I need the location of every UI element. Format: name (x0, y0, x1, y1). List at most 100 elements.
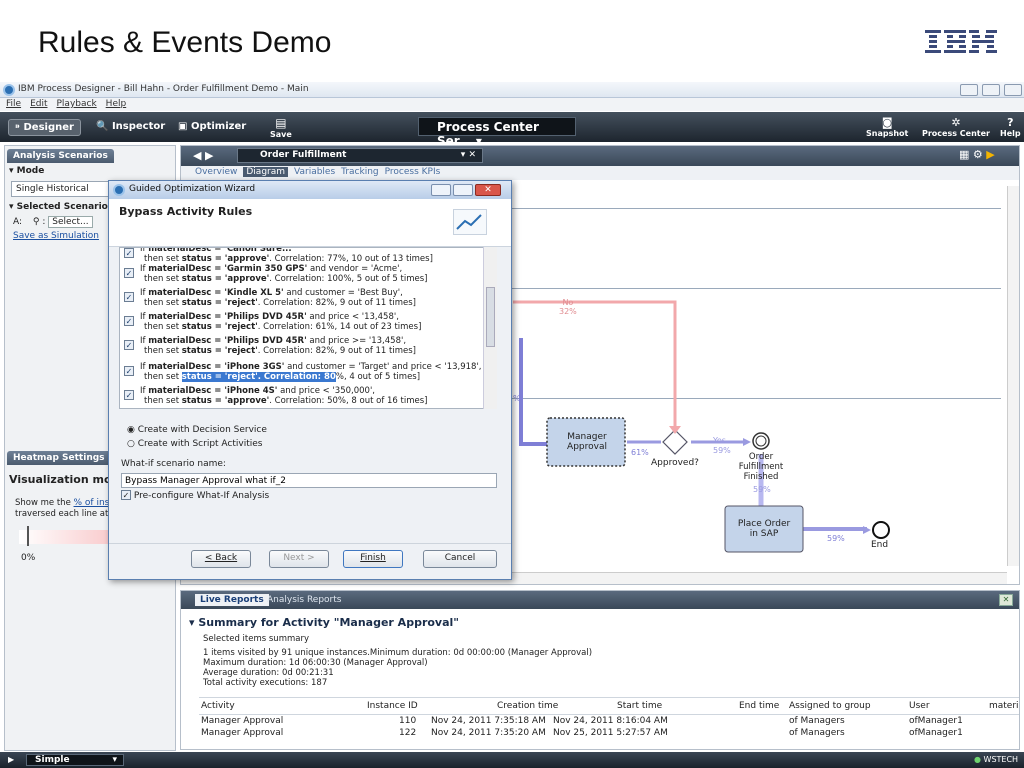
bypass-rule-item[interactable]: ✓ If materialDesc = 'iPhone 4S' and price… (124, 386, 480, 406)
mode-dropdown[interactable]: Simple ▾ (26, 754, 124, 766)
snapshot-button[interactable]: ◙ Snapshot (866, 116, 908, 138)
main-toolbar: ⁍ Designer 🔍 Inspector ▣ Optimizer ▤ Save… (0, 112, 1024, 148)
rule-checkbox[interactable]: ✓ (124, 390, 134, 400)
order-fulfillment-finished-label[interactable]: Order Fulfillment Finished (731, 452, 791, 482)
rule-part: materialDesc = 'iPhone 3GS' (148, 362, 285, 372)
play-icon[interactable]: ▶ (8, 755, 14, 764)
slider-handle[interactable] (27, 526, 29, 546)
table-cell[interactable]: Manager Approval (201, 728, 283, 738)
rule-checkbox[interactable]: ✓ (124, 316, 134, 326)
col-end-time[interactable]: End time (739, 701, 779, 711)
inspector-button[interactable]: 🔍 Inspector (90, 119, 171, 134)
col-material[interactable]: materi (989, 701, 1019, 711)
bypass-rule-item[interactable]: ✓ If materialDesc = 'Garmin 350 GPS' and … (124, 264, 480, 284)
manager-approval-label[interactable]: Manager Approval (557, 432, 617, 452)
place-order-label[interactable]: Place Order in SAP (735, 519, 793, 539)
table-cell[interactable]: ofManager1 (909, 728, 963, 738)
rule-text: If materialDesc = 'iPhone 3GS' and custo… (140, 362, 482, 382)
heatmap-settings-title: Heatmap Settings (7, 451, 111, 465)
rule-checkbox[interactable]: ✓ (124, 366, 134, 376)
summary-title[interactable]: ▾ Summary for Activity "Manager Approval… (189, 616, 459, 629)
rule-part: and customer = 'Best Buy', (283, 288, 403, 298)
finish-button[interactable]: Finish (343, 550, 403, 568)
rule-part: then set (144, 298, 182, 308)
col-activity[interactable]: Activity (201, 701, 235, 711)
sap-percent-label: 59% (827, 534, 845, 543)
col-assigned-group[interactable]: Assigned to group (789, 701, 871, 711)
optimizer-button[interactable]: ▣ Optimizer (172, 119, 252, 134)
export-icon[interactable]: ✕ (999, 594, 1013, 606)
table-cell[interactable]: 110 (399, 716, 416, 726)
whatif-name-input[interactable] (121, 473, 497, 488)
rule-text: If materialDesc = 'Philips DVD 45R' and … (140, 312, 480, 332)
table-cell[interactable]: of Managers (789, 716, 845, 726)
bypass-rule-item[interactable]: ✓ If materialDesc = 'Canon Sure...' then s… (124, 248, 480, 264)
close-button[interactable] (1004, 84, 1022, 96)
col-creation-time[interactable]: Creation time (497, 701, 558, 711)
network-icon: ✲ (951, 116, 961, 129)
order-fulfillment-finished-event (752, 432, 770, 450)
table-cell[interactable]: 122 (399, 728, 416, 738)
table-cell[interactable]: Nov 25, 2011 5:27:57 AM (553, 728, 668, 738)
activity-table: Activity Instance ID Creation time Start… (199, 697, 1019, 739)
tab-live-reports[interactable]: Live Reports (195, 594, 269, 606)
bypass-rules-list[interactable]: ✓ If materialDesc = 'Canon Sure...' then s… (119, 247, 497, 409)
decision-service-radio[interactable]: ◉ Create with Decision Service (127, 425, 267, 435)
bypass-rule-item[interactable]: ✓ If materialDesc = 'Philips DVD 45R' and… (124, 336, 480, 356)
table-cell[interactable]: Manager Approval (201, 716, 283, 726)
wizard-close-button[interactable]: ✕ (475, 184, 501, 196)
rules-scroll-thumb[interactable] (486, 287, 495, 347)
menu-edit[interactable]: Edit (30, 99, 47, 109)
approved-gateway-label[interactable]: Approved? (651, 458, 699, 468)
mode-section[interactable]: ▾ Mode (5, 163, 175, 179)
rule-text: If materialDesc = 'Kindle XL 5' and cust… (140, 288, 480, 308)
rule-checkbox[interactable]: ✓ (124, 340, 134, 350)
back-button[interactable]: < Back (191, 550, 251, 568)
select-scenario-button[interactable]: Select... (48, 216, 93, 228)
rule-checkbox[interactable]: ✓ (124, 292, 134, 302)
table-cell[interactable]: Nov 24, 2011 8:16:04 AM (553, 716, 668, 726)
table-cell[interactable]: Nov 24, 2011 7:35:20 AM (431, 728, 546, 738)
rule-checkbox[interactable]: ✓ (124, 268, 134, 278)
col-instance-id[interactable]: Instance ID (367, 701, 418, 711)
process-center-button[interactable]: ✲ Process Center (922, 116, 990, 138)
percent-instances-link[interactable]: % of inst (74, 498, 113, 508)
menu-help[interactable]: Help (106, 99, 127, 109)
wizard-minimize-button[interactable] (431, 184, 451, 196)
bypass-rule-item[interactable]: ✓ If materialDesc = 'iPhone 3GS' and cust… (124, 362, 482, 382)
minimize-button[interactable] (960, 84, 978, 96)
wizard-maximize-button[interactable] (453, 184, 473, 196)
designer-button[interactable]: ⁍ Designer (8, 119, 81, 136)
table-cell[interactable]: Nov 24, 2011 7:35:18 AM (431, 716, 546, 726)
table-cell[interactable]: ofManager1 (909, 716, 963, 726)
wizard-heading: Bypass Activity Rules (119, 205, 253, 218)
help-button[interactable]: ? Help (1000, 116, 1021, 138)
radio-selected-icon: ◉ (127, 425, 135, 435)
col-start-time[interactable]: Start time (617, 701, 662, 711)
mode-select[interactable]: Single Historical (11, 181, 111, 197)
maximize-button[interactable] (982, 84, 1000, 96)
table-cell[interactable]: of Managers (789, 728, 845, 738)
next-button[interactable]: Next > (269, 550, 329, 568)
incoming-flow-line (519, 338, 547, 446)
col-user[interactable]: User (909, 701, 930, 711)
rule-checkbox[interactable]: ✓ (124, 248, 134, 258)
rules-scrollbar[interactable] (483, 247, 497, 409)
preconfigure-whatif-checkbox[interactable]: ✓ Pre-configure What-If Analysis (121, 490, 269, 501)
save-button[interactable]: ▤ Save (270, 116, 292, 139)
tab-analysis-reports[interactable]: Analysis Reports (267, 595, 341, 605)
radio-empty-icon: ○ (127, 439, 135, 449)
bypass-rule-item[interactable]: ✓ If materialDesc = 'Kindle XL 5' and cus… (124, 288, 480, 308)
menu-file[interactable]: File (6, 99, 21, 109)
bypass-rule-item[interactable]: ✓ If materialDesc = 'Philips DVD 45R' and… (124, 312, 480, 332)
script-activities-radio[interactable]: ○ Create with Script Activities (127, 439, 262, 449)
rule-part: and price < '350,000', (277, 386, 375, 396)
visualization-mode-label: Visualization mod (9, 473, 120, 486)
chart-icon: ▣ (178, 121, 188, 132)
cancel-button[interactable]: Cancel (423, 550, 497, 568)
menu-playback[interactable]: Playback (57, 99, 97, 109)
end-label[interactable]: End (871, 540, 888, 550)
menu-bar: File Edit Playback Help (0, 98, 1024, 111)
process-center-server-dropdown[interactable]: Process Center Ser... ▾ (418, 117, 576, 148)
rule-part: . Correlation: 100%, 5 out of 5 times] (269, 274, 428, 284)
